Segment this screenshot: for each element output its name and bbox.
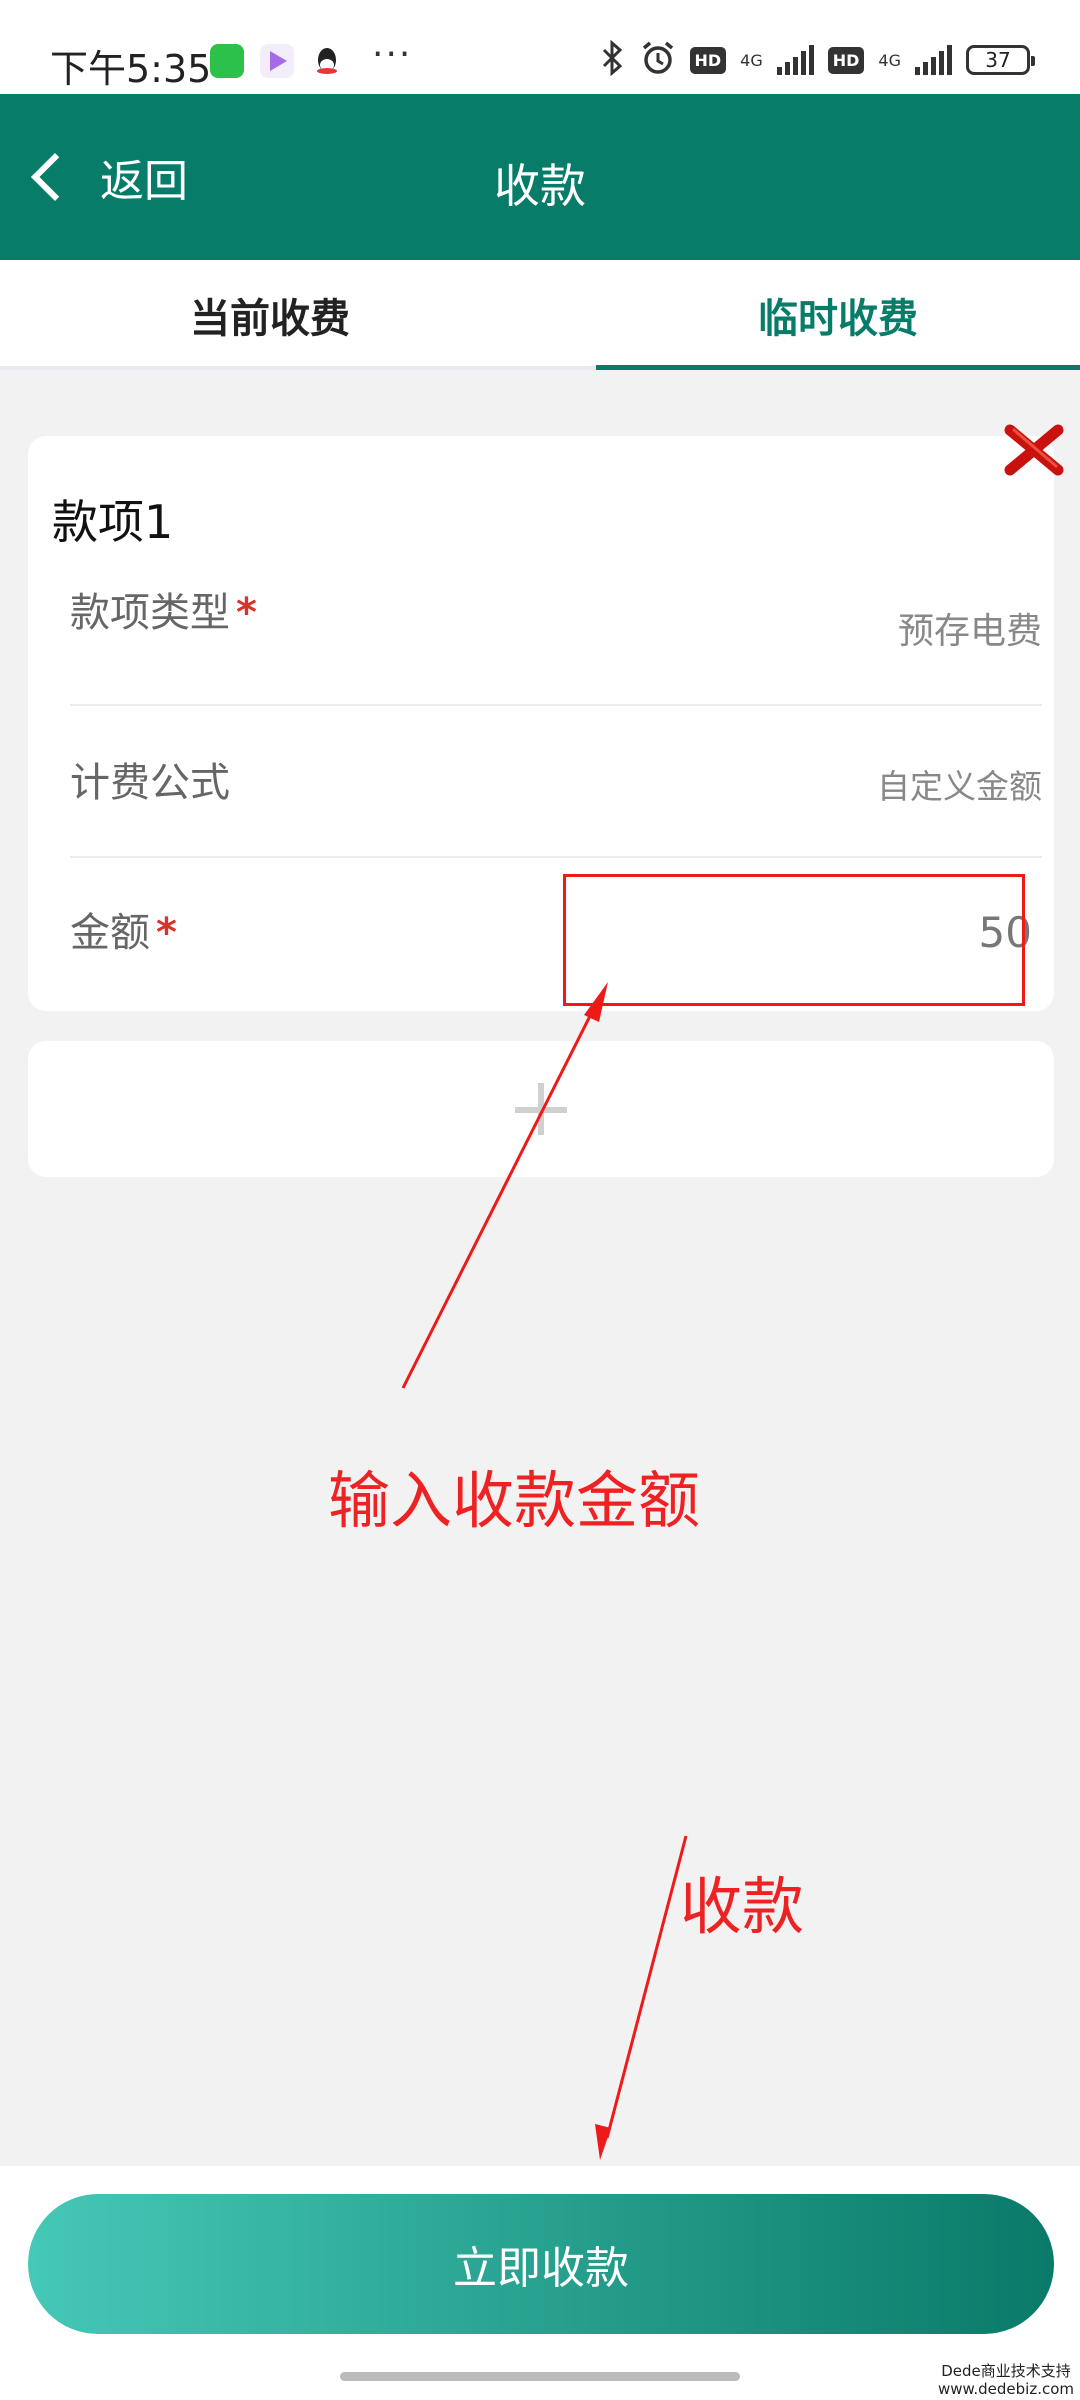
hd-badge: HD <box>689 46 727 74</box>
wechat-icon <box>210 44 244 78</box>
divider <box>70 856 1042 858</box>
active-tab-indicator <box>596 365 1080 370</box>
annotation-highlight-box <box>563 874 1025 1006</box>
status-bar: 下午5:35 ··· HD 4G HD 4G 37 <box>0 0 1080 94</box>
amount-label: 金额 * <box>70 910 177 956</box>
add-item-button[interactable] <box>28 1041 1054 1177</box>
formula-value: 自定义金额 <box>877 767 1042 806</box>
alarm-icon <box>640 40 676 80</box>
home-indicator[interactable] <box>340 2372 740 2381</box>
formula-row[interactable]: 计费公式 自定义金额 <box>70 708 1042 858</box>
bottom-bar: 立即收款 <box>0 2166 1080 2400</box>
delete-item-icon[interactable] <box>1000 420 1068 480</box>
item-type-value: 预存电费 <box>897 611 1042 652</box>
required-mark: * <box>156 910 177 956</box>
network-type: 4G <box>740 50 763 70</box>
tab-current-charges[interactable]: 当前收费 <box>0 260 540 370</box>
signal-icon-2 <box>915 45 952 75</box>
hd-badge-2: HD <box>827 46 865 74</box>
network-type-2: 4G <box>878 50 901 70</box>
divider <box>70 704 1042 706</box>
battery-icon: 37 <box>966 45 1035 75</box>
status-time: 下午5:35 <box>50 47 212 91</box>
item-type-label: 款项类型 * <box>70 590 257 636</box>
watermark: Dede商业技术支持 www.dedebiz.com <box>938 2362 1074 2398</box>
tab-bar: 当前收费 临时收费 <box>0 260 1080 370</box>
qq-icon <box>310 44 344 78</box>
annotation-input-hint: 输入收款金额 <box>328 1464 701 1537</box>
pay-now-button[interactable]: 立即收款 <box>28 2194 1054 2334</box>
formula-label: 计费公式 <box>70 760 230 806</box>
tab-temporary-charges[interactable]: 临时收费 <box>596 260 1080 370</box>
app-header: 返回 收款 <box>0 94 1080 260</box>
annotation-pay-hint: 收款 <box>680 1870 805 1943</box>
required-mark: * <box>236 590 257 636</box>
video-app-icon <box>260 44 294 78</box>
watermark-line-2: www.dedebiz.com <box>937 2380 1074 2398</box>
bluetooth-icon <box>600 39 626 80</box>
watermark-line-1: Dede商业技术支持 <box>941 2362 1071 2380</box>
page-title: 收款 <box>494 159 586 213</box>
signal-icon <box>776 45 814 75</box>
item-type-row[interactable]: 款项类型 * 预存电费 <box>70 556 1042 706</box>
more-notifications-icon: ··· <box>372 34 413 75</box>
plus-icon <box>515 1083 567 1135</box>
item-title: 款项1 <box>52 495 174 549</box>
